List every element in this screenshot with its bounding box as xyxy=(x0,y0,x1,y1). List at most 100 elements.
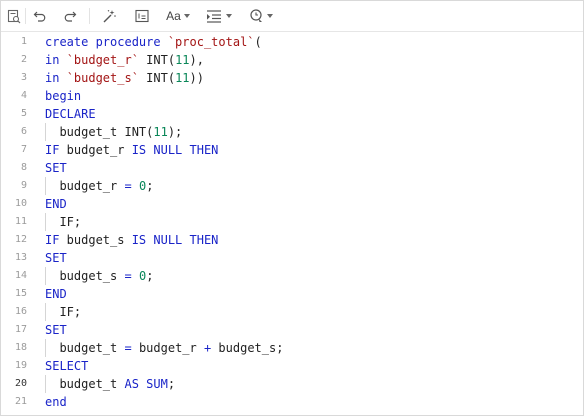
line-number: 21 xyxy=(14,396,27,407)
code-token: ; xyxy=(167,377,176,391)
code-token: in xyxy=(45,53,67,67)
code-line[interactable]: 5 DECLARE xyxy=(1,105,583,123)
code-text: budget_t = budget_r + budget_s; xyxy=(45,339,283,357)
code-token: )) xyxy=(189,71,204,85)
code-line[interactable]: 18 budget_t = budget_r + budget_s; xyxy=(1,339,583,357)
code-line[interactable]: 1 create procedure `proc_total`( xyxy=(1,33,583,51)
code-token: `proc_total` xyxy=(167,35,255,49)
line-numbers-icon[interactable] xyxy=(133,5,151,27)
code-line[interactable]: 2 in `budget_r` INT(11), xyxy=(1,51,583,69)
code-token: budget_s xyxy=(59,233,132,247)
code-line[interactable]: 13 SET xyxy=(1,249,583,267)
toolbar-divider xyxy=(25,8,26,24)
font-format-dropdown[interactable]: Aa xyxy=(163,5,193,27)
code-token: INT( xyxy=(138,71,176,85)
code-text: IF; xyxy=(45,303,81,321)
code-text: budget_r = 0; xyxy=(45,177,153,195)
code-text: SET xyxy=(45,159,67,177)
line-number: 8 xyxy=(20,162,27,173)
code-text: in `budget_r` INT(11), xyxy=(45,51,204,69)
line-number: 10 xyxy=(14,198,27,209)
code-text: SELECT xyxy=(45,357,88,375)
indent-dropdown[interactable] xyxy=(205,5,233,27)
code-line[interactable]: 9 budget_r = 0; xyxy=(1,177,583,195)
line-number: 19 xyxy=(14,360,27,371)
code-text: end xyxy=(45,393,67,411)
editor-toolbar: Aa xyxy=(1,1,583,32)
code-token: = xyxy=(124,341,132,355)
code-line[interactable]: 14 budget_s = 0; xyxy=(1,267,583,285)
code-token: budget_t xyxy=(45,377,125,391)
code-token: INT( xyxy=(138,53,176,67)
code-text: IF; xyxy=(45,213,81,231)
code-token: DECLARE xyxy=(45,107,96,121)
line-number: 9 xyxy=(20,180,27,191)
code-text: IF budget_r IS NULL THEN xyxy=(45,141,218,159)
code-token: SET xyxy=(45,251,67,265)
code-token: end xyxy=(45,395,67,409)
code-line[interactable]: 6 budget_t INT(11); xyxy=(1,123,583,141)
code-text: END xyxy=(45,195,67,213)
line-number: 18 xyxy=(14,342,27,353)
code-token: SET xyxy=(45,323,67,337)
code-token: = xyxy=(124,269,132,283)
code-token: 11 xyxy=(153,125,168,139)
code-token: budget_r xyxy=(131,341,204,355)
code-token: IS NULL THEN xyxy=(131,233,219,247)
line-number: 16 xyxy=(14,306,27,317)
code-text: DECLARE xyxy=(45,105,96,123)
code-line[interactable]: 10 END xyxy=(1,195,583,213)
code-token: IF; xyxy=(45,305,82,319)
code-editor[interactable]: 1 create procedure `proc_total`( 2 in `budg… xyxy=(1,32,583,415)
line-number: 20 xyxy=(14,378,27,389)
code-token: budget_s xyxy=(45,269,125,283)
code-text: begin xyxy=(45,87,81,105)
code-text: in `budget_s` INT(11)) xyxy=(45,69,204,87)
code-token: IF xyxy=(45,143,60,157)
line-number: 11 xyxy=(14,216,27,227)
line-number: 5 xyxy=(20,108,27,119)
code-line[interactable]: 21 end xyxy=(1,393,583,411)
code-token: ), xyxy=(189,53,204,67)
code-line[interactable]: 16 IF; xyxy=(1,303,583,321)
snippets-dropdown[interactable] xyxy=(247,5,275,27)
redo-icon[interactable] xyxy=(61,5,79,27)
code-line[interactable]: 17 SET xyxy=(1,321,583,339)
line-number: 7 xyxy=(20,144,27,155)
code-line[interactable]: 15 END xyxy=(1,285,583,303)
code-text: create procedure `proc_total`( xyxy=(45,33,262,51)
code-token: AS SUM xyxy=(124,377,168,391)
code-line[interactable]: 7 IF budget_r IS NULL THEN xyxy=(1,141,583,159)
beautify-wand-icon[interactable] xyxy=(99,5,119,27)
code-line[interactable]: 8 SET xyxy=(1,159,583,177)
undo-icon[interactable] xyxy=(31,5,49,27)
line-number: 1 xyxy=(20,36,27,47)
code-line[interactable]: 12 IF budget_s IS NULL THEN xyxy=(1,231,583,249)
line-number: 12 xyxy=(14,234,27,245)
code-token: `budget_r` xyxy=(66,53,139,67)
code-token: IS NULL THEN xyxy=(131,143,219,157)
font-format-icon: Aa xyxy=(166,9,181,23)
code-line[interactable]: 19 SELECT xyxy=(1,357,583,375)
line-number: 13 xyxy=(14,252,27,263)
sql-editor-window: Aa 1 create procedure `proc_total`( 2 in `b… xyxy=(0,0,584,416)
snippets-icon xyxy=(250,9,262,22)
code-token: create procedure xyxy=(45,35,168,49)
code-line[interactable]: 11 IF; xyxy=(1,213,583,231)
code-line[interactable]: 20 budget_t AS SUM; xyxy=(1,375,583,393)
toolbar-divider xyxy=(89,8,90,24)
line-number: 2 xyxy=(20,54,27,65)
code-token: budget_r xyxy=(59,143,132,157)
code-token: 11 xyxy=(175,71,190,85)
chevron-down-icon xyxy=(183,14,190,18)
code-token: begin xyxy=(45,89,82,103)
code-token: IF xyxy=(45,233,60,247)
code-line[interactable]: 3 in `budget_s` INT(11)) xyxy=(1,69,583,87)
find-replace-icon[interactable] xyxy=(5,5,23,27)
code-line[interactable]: 4 begin xyxy=(1,87,583,105)
code-token: SET xyxy=(45,161,67,175)
line-number: 6 xyxy=(20,126,27,137)
code-token: ); xyxy=(167,125,183,139)
